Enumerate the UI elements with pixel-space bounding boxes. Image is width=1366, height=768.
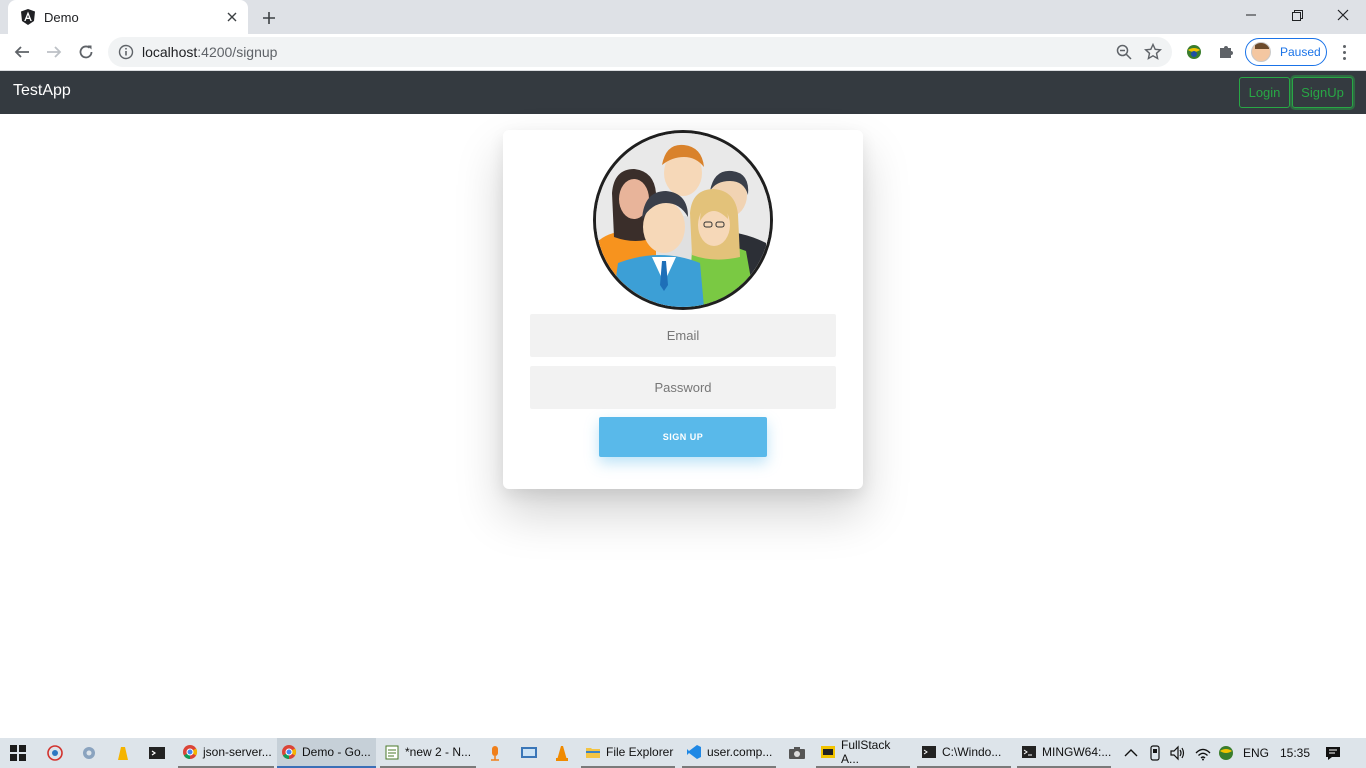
chrome-icon xyxy=(282,745,297,760)
email-field[interactable] xyxy=(530,314,836,357)
input-language[interactable]: ENG xyxy=(1243,738,1269,768)
camera-icon[interactable] xyxy=(788,744,806,762)
folder-icon xyxy=(586,748,600,758)
browser-toolbar: localhost:4200/signup xyxy=(0,34,1366,71)
app-navbar: TestApp Login SignUp xyxy=(0,71,1366,114)
taskbar-app-file-explorer[interactable]: File Explorer xyxy=(581,738,675,768)
chevron-up-icon[interactable] xyxy=(1122,744,1140,762)
profile-status: Paused xyxy=(1280,45,1321,59)
restore-window-button[interactable] xyxy=(1274,0,1320,30)
tab-title: Demo xyxy=(44,9,79,25)
vlc-icon[interactable] xyxy=(553,744,571,762)
browser-tab-demo[interactable]: Demo xyxy=(8,0,248,34)
puzzle-icon[interactable] xyxy=(1217,43,1235,61)
taskbar-app-label: json-server... xyxy=(203,745,272,759)
taskbar-app-json-server[interactable]: json-server... xyxy=(178,738,274,768)
url-path: :4200/signup xyxy=(197,44,278,60)
address-bar[interactable]: localhost:4200/signup xyxy=(108,37,1172,67)
signup-card: SIGN UP xyxy=(503,130,863,489)
avatar xyxy=(1251,42,1271,62)
taskbar-app-fullstack[interactable]: FullStack A... xyxy=(816,738,910,768)
signup-submit-button[interactable]: SIGN UP xyxy=(599,417,767,457)
taskbar-app-demo-chrome[interactable]: Demo - Go... xyxy=(277,738,376,768)
taskbar-app-label: user.comp... xyxy=(707,745,773,759)
url-host: localhost xyxy=(142,44,198,60)
browser-tab-strip: Demo xyxy=(0,0,1366,34)
users-group-illustration xyxy=(593,130,773,310)
profile-button[interactable]: Paused xyxy=(1245,38,1327,66)
windows-start-icon[interactable] xyxy=(10,745,26,761)
notepad-icon xyxy=(385,745,399,760)
password-field[interactable] xyxy=(530,366,836,409)
usb-device-icon[interactable] xyxy=(1146,744,1164,762)
vlc-like-app-icon[interactable] xyxy=(114,744,132,762)
back-arrow-icon[interactable] xyxy=(10,40,34,64)
brand-logo[interactable]: TestApp xyxy=(13,82,71,100)
taskbar-app-label: FullStack A... xyxy=(841,738,891,766)
signup-nav-button[interactable]: SignUp xyxy=(1292,77,1353,108)
info-icon[interactable] xyxy=(118,44,134,60)
close-window-button[interactable] xyxy=(1320,0,1366,30)
wifi-icon[interactable] xyxy=(1194,744,1212,762)
pdf-reader-icon xyxy=(821,746,835,758)
settings-app-icon[interactable] xyxy=(80,744,98,762)
volume-icon[interactable] xyxy=(1169,744,1187,762)
taskbar-app-notepad[interactable]: *new 2 - N... xyxy=(380,738,476,768)
reload-icon[interactable] xyxy=(74,40,98,64)
login-button[interactable]: Login xyxy=(1239,77,1290,108)
star-icon[interactable] xyxy=(1144,43,1162,61)
taskbar-app-mingw[interactable]: MINGW64:... xyxy=(1017,738,1111,768)
remote-desktop-icon[interactable] xyxy=(520,744,538,762)
taskbar-app-label: File Explorer xyxy=(606,745,674,759)
extension-icon[interactable] xyxy=(1185,43,1203,61)
paint-app-icon[interactable] xyxy=(46,744,64,762)
globe-extension-icon[interactable] xyxy=(1217,744,1235,762)
minimize-window-button[interactable] xyxy=(1228,0,1274,30)
windows-taskbar: json-server... Demo - Go... *new 2 - N..… xyxy=(0,738,1366,768)
plus-icon[interactable] xyxy=(258,7,280,29)
terminal-app-icon[interactable] xyxy=(148,744,166,762)
git-bash-icon xyxy=(1022,746,1036,758)
vscode-icon xyxy=(687,745,701,759)
taskbar-app-label: Demo - Go... xyxy=(302,745,371,759)
forward-arrow-icon[interactable] xyxy=(42,40,66,64)
notifications-icon[interactable] xyxy=(1324,744,1342,762)
angular-favicon-icon xyxy=(21,9,35,25)
taskbar-app-label: MINGW64:... xyxy=(1042,745,1112,759)
kebab-menu-icon[interactable] xyxy=(1336,42,1352,62)
clock-time[interactable]: 15:35 xyxy=(1280,738,1310,768)
command-prompt-icon xyxy=(922,746,936,758)
url-text: localhost:4200/signup xyxy=(142,44,277,60)
taskbar-app-label: C:\Windo... xyxy=(942,745,1002,759)
microphone-icon[interactable] xyxy=(486,744,504,762)
chrome-icon xyxy=(183,745,198,760)
taskbar-app-label: *new 2 - N... xyxy=(405,745,472,759)
zoom-icon[interactable] xyxy=(1116,44,1132,60)
taskbar-app-cmd[interactable]: C:\Windo... xyxy=(917,738,1011,768)
taskbar-app-vscode[interactable]: user.comp... xyxy=(682,738,776,768)
close-icon[interactable] xyxy=(224,9,240,25)
